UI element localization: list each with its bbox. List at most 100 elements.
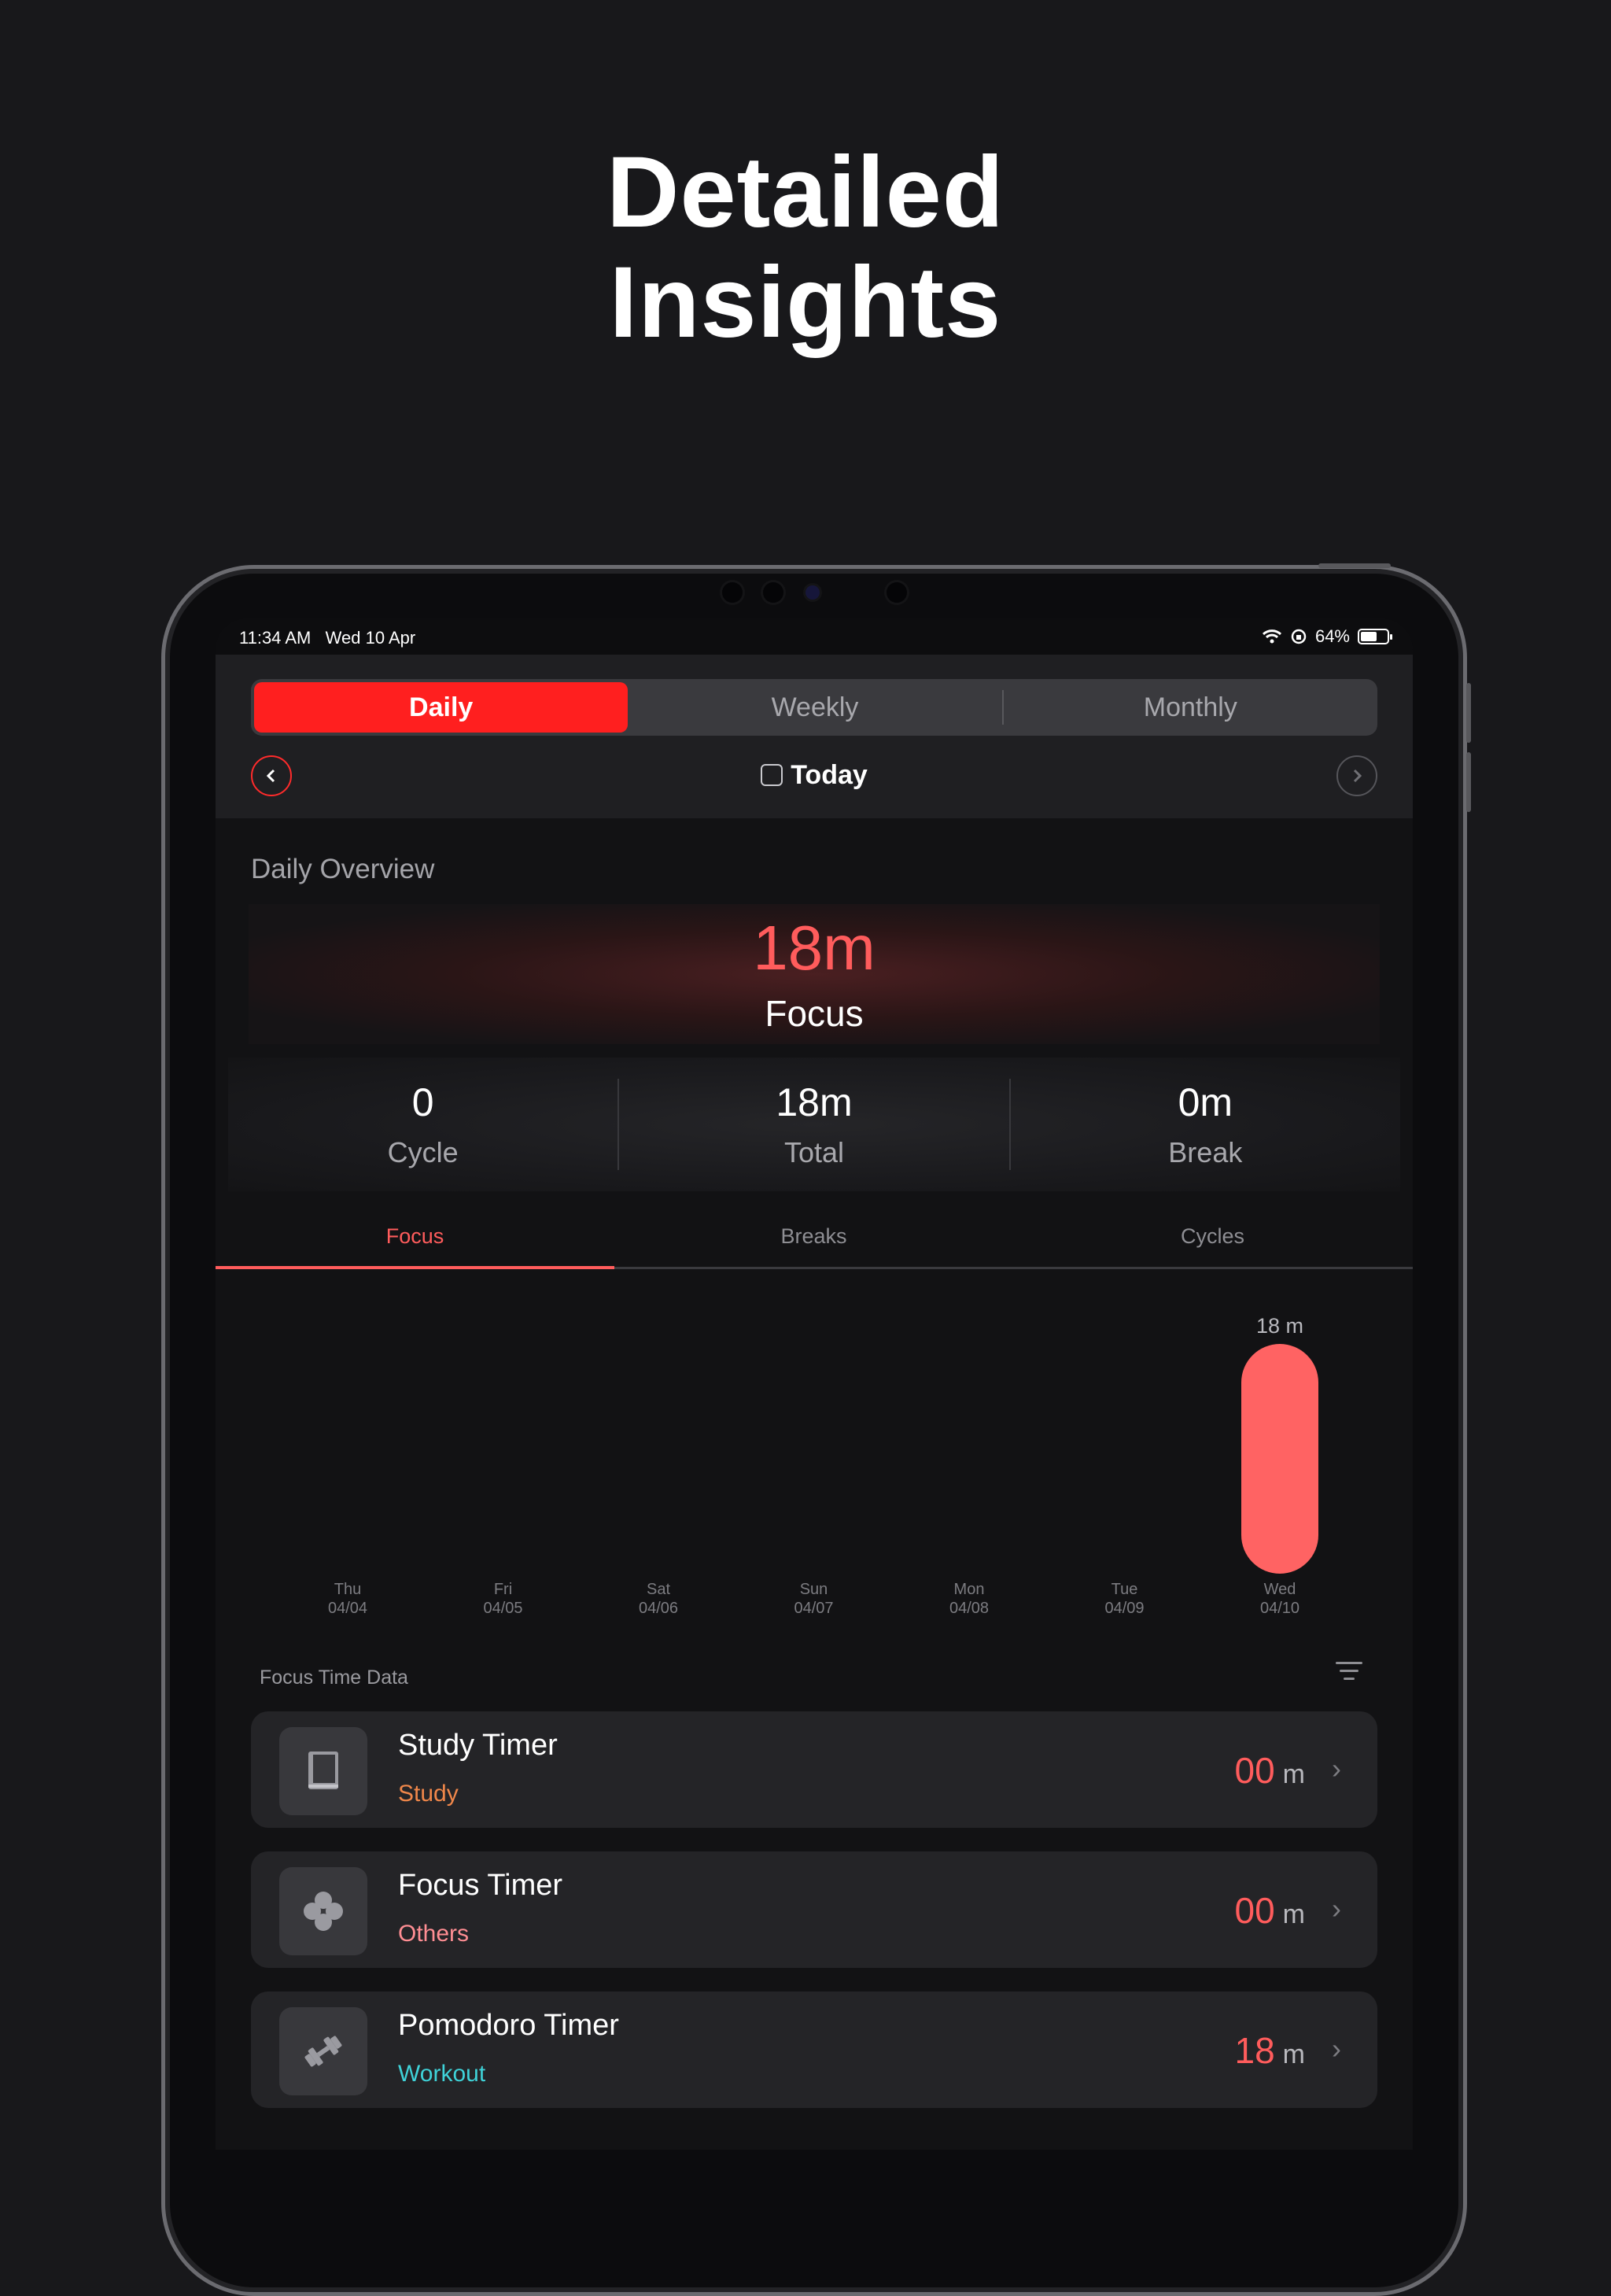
- segment-daily[interactable]: Daily: [254, 682, 629, 733]
- status-bar: 11:34 AM Wed 10 Apr 64%: [216, 618, 1413, 655]
- next-period-button[interactable]: [1336, 755, 1377, 796]
- calendar-icon: [761, 764, 783, 786]
- chart-tick-date: 04/09: [1104, 1600, 1145, 1617]
- status-time: 11:34 AM: [239, 628, 312, 648]
- stat-total-label: Total: [783, 1136, 845, 1168]
- chart-tick-label: Fri 04/05: [441, 1580, 566, 1618]
- list-item-unit: m: [1282, 2039, 1305, 2069]
- list-item-category: Others: [398, 1921, 470, 1947]
- overview-title: Daily Overview: [251, 854, 435, 884]
- chart-tick-label: Thu 04/04: [285, 1580, 411, 1618]
- list-item-value: 00 m: [1235, 1889, 1306, 1932]
- chart-tick-label: Sun 04/07: [751, 1580, 877, 1618]
- chart-tick-label: Tue 04/09: [1062, 1580, 1188, 1618]
- chart-plot: 18 m: [1241, 1314, 1318, 1574]
- chart-tick-day: Tue: [1111, 1581, 1138, 1598]
- chart-tick-day: Thu: [334, 1581, 362, 1598]
- chart-tick-date: 04/05: [483, 1600, 523, 1617]
- date-navigation: Today: [216, 749, 1413, 801]
- status-date: Wed 10 Apr: [325, 628, 416, 648]
- battery-fill: [1361, 632, 1377, 641]
- current-period-label: Today: [791, 760, 868, 790]
- volume-down-button: [1466, 752, 1471, 812]
- wifi-icon: [1262, 629, 1281, 644]
- chart-tick-day: Sat: [646, 1581, 671, 1598]
- list-item-title: Pomodoro Timer: [398, 2009, 619, 2042]
- chart-tick-date: 04/07: [794, 1600, 834, 1617]
- stat-cycle-label: Cycle: [387, 1136, 459, 1168]
- list-item[interactable]: Study Timer Study 00 m ›: [251, 1711, 1377, 1828]
- filter-icon[interactable]: [1336, 1662, 1362, 1685]
- list-item-number: 00: [1234, 1890, 1275, 1931]
- list-item-category: Workout: [398, 2061, 486, 2087]
- stat-total: 18m Total: [619, 1080, 1008, 1169]
- list-item-title: Focus Timer: [398, 1869, 563, 1902]
- focus-time-data-title: Focus Time Data: [260, 1667, 408, 1689]
- list-item-number: 18: [1234, 2030, 1275, 2071]
- chart-tick-day: Fri: [493, 1581, 513, 1598]
- book-icon: [279, 1727, 367, 1815]
- camera-lens: [806, 585, 820, 600]
- list-item[interactable]: Pomodoro Timer Workout 18 m ›: [251, 1991, 1377, 2108]
- stat-cycle: 0 Cycle: [228, 1080, 617, 1169]
- camera-sensor: [722, 582, 743, 603]
- chevron-right-icon: [1353, 769, 1362, 783]
- focus-summary: 18m Focus: [249, 904, 1380, 1044]
- stat-break: 0m Break: [1011, 1080, 1400, 1169]
- chart-tick-date: 04/04: [327, 1600, 368, 1617]
- chart-tick-day: Sun: [799, 1581, 828, 1598]
- battery-icon: [1358, 629, 1392, 644]
- chart-data-label: 18 m: [1256, 1314, 1303, 1338]
- segment-weekly[interactable]: Weekly: [628, 682, 1001, 733]
- flower-icon: [279, 1867, 367, 1955]
- battery-percent: 64%: [1314, 626, 1350, 646]
- chevron-right-icon: ›: [1332, 1752, 1341, 1785]
- segment-monthly[interactable]: Monthly: [1004, 682, 1377, 733]
- focus-time-list: Study Timer Study 00 m › Focus Timer Othe…: [251, 1711, 1377, 2132]
- orientation-lock-icon: [1291, 629, 1307, 644]
- dumbbell-icon: [279, 2007, 367, 2095]
- stat-break-label: Break: [1168, 1136, 1243, 1168]
- focus-value: 18m: [753, 913, 876, 983]
- chart-tick-day: Mon: [953, 1581, 985, 1598]
- headline-line-2: Insights: [609, 246, 1002, 359]
- page-headline: Detailed Insights: [0, 138, 1611, 358]
- chevron-right-icon: ›: [1332, 1892, 1341, 1925]
- volume-up-button: [1466, 683, 1471, 743]
- list-item-number: 00: [1234, 1750, 1275, 1791]
- tab-breaks[interactable]: Breaks: [614, 1224, 1013, 1249]
- camera-sensor: [763, 582, 783, 603]
- chart-tick-label: Wed 04/10: [1217, 1580, 1343, 1618]
- chart-tick-date: 04/06: [638, 1600, 679, 1617]
- stat-cycle-value: 0: [411, 1080, 434, 1124]
- list-item[interactable]: Focus Timer Others 00 m ›: [251, 1851, 1377, 1968]
- headline-line-1: Detailed: [606, 136, 1005, 249]
- chart-tabs: Focus Breaks Cycles: [216, 1207, 1413, 1269]
- status-right: 64%: [1262, 626, 1392, 647]
- period-segmented-control: Daily Weekly Monthly: [251, 679, 1377, 736]
- current-period[interactable]: Today: [216, 760, 1413, 791]
- tab-cycles[interactable]: Cycles: [1013, 1224, 1412, 1249]
- chart-tick-label: Sat 04/06: [595, 1580, 721, 1618]
- focus-bar-chart: 18 m Thu 04/04 Fri 04/05 Sat 04/06 Sun 04/07 Mon…: [216, 1283, 1413, 1629]
- list-item-title: Study Timer: [398, 1729, 558, 1762]
- chart-bar[interactable]: [1241, 1344, 1318, 1574]
- list-item-category: Study: [398, 1781, 459, 1807]
- list-item-value: 00 m: [1235, 1749, 1306, 1792]
- top-controls: Daily Weekly Monthly Today: [216, 655, 1413, 818]
- list-item-unit: m: [1282, 1899, 1305, 1929]
- chart-tick-date: 04/08: [949, 1600, 990, 1617]
- stat-total-value: 18m: [776, 1080, 853, 1124]
- stats-row: 0 Cycle 18m Total 0m Break: [228, 1058, 1400, 1191]
- top-button: [1318, 563, 1391, 568]
- chart-tick-date: 04/10: [1259, 1600, 1300, 1617]
- chevron-right-icon: ›: [1332, 2032, 1341, 2065]
- tab-focus[interactable]: Focus: [216, 1224, 614, 1249]
- stat-break-value: 0m: [1178, 1080, 1233, 1124]
- status-time-date: 11:34 AM Wed 10 Apr: [239, 628, 415, 648]
- chart-tick-day: Wed: [1263, 1581, 1296, 1598]
- tab-indicator: [216, 1266, 614, 1269]
- chart-tick-label: Mon 04/08: [906, 1580, 1032, 1618]
- insights-content: Daily Overview 18m Focus 0 Cycle 18m Tot…: [216, 818, 1413, 2150]
- list-item-value: 18 m: [1235, 2029, 1306, 2072]
